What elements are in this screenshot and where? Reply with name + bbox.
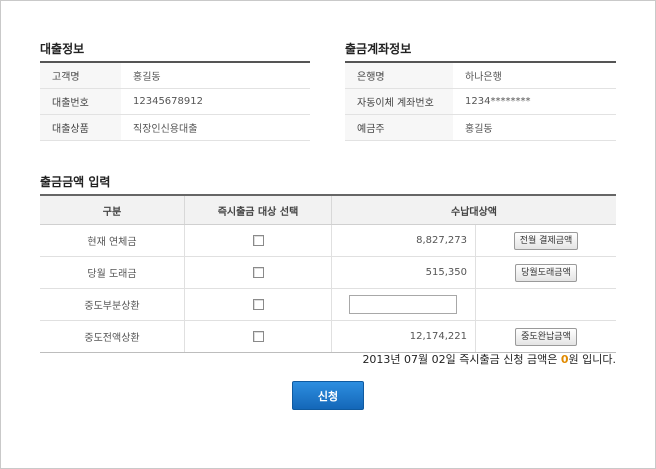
amount-input-title: 출금금액 입력 [40, 175, 111, 189]
loan-product-label: 대출상품 [40, 114, 121, 141]
amount-table: 구분 즉시출금 대상 선택 수납대상액 현재 연체금 8,827,273 전월 … [40, 194, 616, 353]
account-info-table: 은행명 하나은행 자동이체 계좌번호 1234******** 예금주 홍길동 [345, 61, 616, 141]
summary-suffix: 원 입니다. [568, 353, 616, 366]
loan-number-value: 12345678912 [121, 88, 310, 115]
partial-repayment-input[interactable] [349, 295, 457, 314]
summary-amount: 0 [560, 353, 569, 366]
bank-name-value: 하나은행 [453, 62, 616, 89]
loan-info-title: 대출정보 [40, 42, 85, 56]
current-month-due-button[interactable]: 당월도래금액 [515, 263, 577, 282]
customer-name-value: 홍길동 [121, 62, 310, 89]
current-month-checkbox[interactable] [252, 266, 264, 278]
full-repayment-amount: 12,174,221 [331, 320, 476, 353]
full-repayment-checkbox[interactable] [252, 330, 264, 342]
input-cell [331, 288, 476, 321]
table-row: 대출상품 직장인신용대출 [40, 114, 310, 141]
account-holder-label: 예금주 [345, 114, 453, 141]
customer-name-label: 고객명 [40, 62, 121, 89]
account-info-title: 출금계좌정보 [345, 42, 412, 56]
loan-info-table: 고객명 홍길동 대출번호 12345678912 대출상품 직장인신용대출 [40, 61, 310, 141]
table-row: 은행명 하나은행 [345, 62, 616, 89]
overdue-amount: 8,827,273 [331, 224, 476, 257]
checkbox-cell [184, 224, 332, 257]
loan-product-value: 직장인신용대출 [121, 114, 310, 141]
partial-repayment-checkbox[interactable] [252, 298, 264, 310]
table-row: 예금주 홍길동 [345, 114, 616, 141]
header-category: 구분 [40, 195, 185, 225]
row-category: 당월 도래금 [40, 256, 185, 289]
prev-month-payment-button[interactable]: 전월 결제금액 [513, 231, 579, 250]
current-month-amount: 515,350 [331, 256, 476, 289]
amount-table-header: 구분 즉시출금 대상 선택 수납대상액 [40, 195, 616, 225]
table-row: 현재 연체금 8,827,273 전월 결제금액 [40, 224, 616, 257]
empty-cell [475, 288, 616, 321]
button-cell: 중도완납금액 [475, 320, 616, 353]
submit-button[interactable]: 신청 [292, 381, 364, 410]
button-cell: 당월도래금액 [475, 256, 616, 289]
checkbox-cell [184, 256, 332, 289]
checkbox-cell [184, 288, 332, 321]
account-number-label: 자동이체 계좌번호 [345, 88, 453, 115]
checkbox-cell [184, 320, 332, 353]
summary-prefix: 2013년 07월 02일 즉시출금 신청 금액은 [362, 353, 561, 366]
table-row: 중도전액상환 12,174,221 중도완납금액 [40, 320, 616, 353]
account-number-value: 1234******** [453, 88, 616, 115]
table-row: 대출번호 12345678912 [40, 88, 310, 115]
table-row: 자동이체 계좌번호 1234******** [345, 88, 616, 115]
loan-number-label: 대출번호 [40, 88, 121, 115]
bank-name-label: 은행명 [345, 62, 453, 89]
row-category: 중도전액상환 [40, 320, 185, 353]
table-row: 당월 도래금 515,350 당월도래금액 [40, 256, 616, 289]
header-immediate-select: 즉시출금 대상 선택 [184, 195, 332, 225]
header-due-amount: 수납대상액 [331, 195, 616, 225]
button-cell: 전월 결제금액 [475, 224, 616, 257]
overdue-checkbox[interactable] [252, 234, 264, 246]
request-summary: 2013년 07월 02일 즉시출금 신청 금액은 0원 입니다. [362, 351, 616, 367]
full-repayment-button[interactable]: 중도완납금액 [515, 327, 577, 346]
row-category: 중도부분상환 [40, 288, 185, 321]
table-row: 고객명 홍길동 [40, 62, 310, 89]
row-category: 현재 연체금 [40, 224, 185, 257]
table-row: 중도부분상환 [40, 288, 616, 321]
account-holder-value: 홍길동 [453, 114, 616, 141]
